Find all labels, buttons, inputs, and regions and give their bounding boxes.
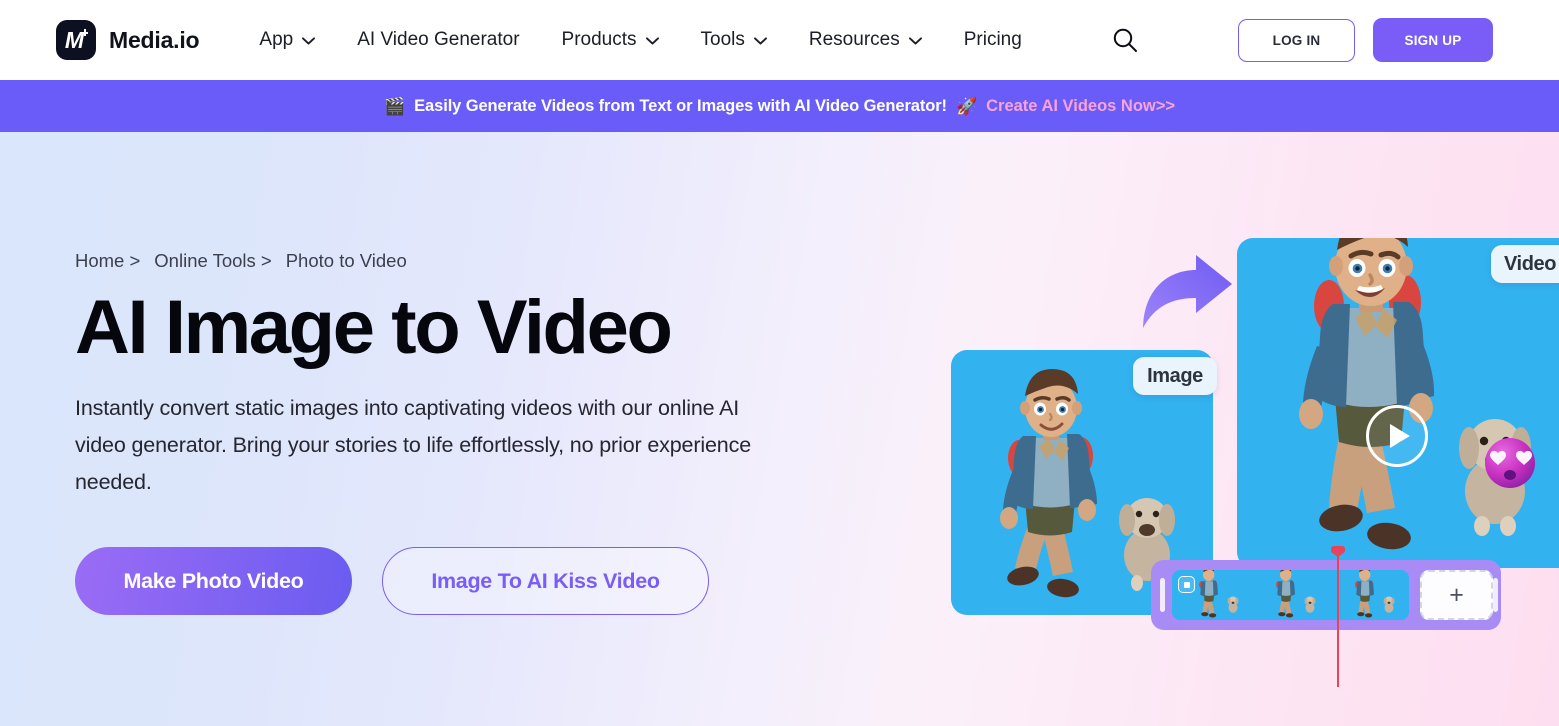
nav-item-tools[interactable]: Tools [701,29,767,51]
clapperboard-icon: 🎬 [383,96,406,116]
curved-arrow-right-icon [1139,252,1235,330]
breadcrumb: Home > Online Tools > Photo to Video [75,250,775,272]
make-photo-video-button[interactable]: Make Photo Video [75,547,352,616]
nav-label: Tools [700,29,745,50]
rocket-icon: 🚀 [955,96,978,116]
breadcrumb-item-photo-to-video: Photo to Video [285,250,407,271]
nav-item-resources[interactable]: Resources [809,29,922,51]
hero-illustration: Image Video + [839,132,1559,726]
cta-row: Make Photo Video Image To AI Kiss Video [75,547,775,616]
nav-label: Products [561,29,637,50]
promo-text: Easily Generate Videos from Text or Imag… [414,96,947,115]
image-to-ai-kiss-video-button[interactable]: Image To AI Kiss Video [382,547,709,616]
decorative-heart-ball-icon [1484,437,1536,489]
chevron-down-icon [645,37,659,45]
timeline-handle-left[interactable] [1160,578,1165,612]
breadcrumb-item-home[interactable]: Home > [75,250,140,272]
page-root: M Media.io App AI Video Generator Produc… [0,0,1559,726]
timeline-clips[interactable] [1172,570,1409,620]
signup-button[interactable]: SIGN UP [1373,18,1493,62]
nav-label: AI Video Generator [357,29,520,50]
nav-item-ai-video-generator[interactable]: AI Video Generator [357,29,519,51]
timeline-playhead[interactable] [1331,546,1345,687]
nav-item-products[interactable]: Products [562,29,659,51]
add-clip-button[interactable]: + [1420,570,1493,620]
nav-item-app[interactable]: App [259,29,316,51]
play-button-icon[interactable] [1366,405,1428,467]
chevron-down-icon [908,37,922,45]
result-video-card[interactable] [1237,238,1559,568]
nav-links: App AI Video Generator Products Tools Re… [259,23,1141,57]
promo-banner[interactable]: 🎬 Easily Generate Videos from Text or Im… [0,80,1559,132]
nav-label: App [259,29,294,50]
nav-item-pricing[interactable]: Pricing [964,29,1022,51]
timeline-handle-right[interactable] [1493,578,1498,612]
video-badge: Video [1491,245,1559,283]
logo-plus-mark [81,29,88,36]
nav-label: Resources [808,29,900,50]
timeline-frame[interactable] [1251,570,1330,620]
character-illustration-large [1299,238,1531,550]
chevron-down-icon [753,37,767,45]
top-navbar: M Media.io App AI Video Generator Produc… [0,0,1559,80]
breadcrumb-item-online-tools[interactable]: Online Tools > [154,250,271,272]
login-button[interactable]: LOG IN [1238,18,1355,62]
playhead-line [1337,555,1339,687]
chevron-down-icon [302,37,316,45]
page-title: AI Image to Video [75,285,673,370]
image-badge: Image [1133,357,1217,395]
play-triangle [1389,424,1410,448]
timeline-frame[interactable] [1172,570,1251,620]
nav-actions: LOG IN SIGN UP [1238,18,1493,62]
search-icon[interactable] [1108,23,1142,57]
brand-logo[interactable]: M Media.io [56,20,200,60]
hero-content: Home > Online Tools > Photo to Video AI … [75,250,775,616]
brand-name: Media.io [109,26,200,53]
hero-subtitle: Instantly convert static images into cap… [75,395,752,495]
clip-type-icon [1178,576,1195,593]
hero-section: Home > Online Tools > Photo to Video AI … [0,132,1559,726]
media-io-logo-icon: M [56,20,96,60]
video-timeline[interactable]: + [1151,560,1501,630]
nav-label: Pricing [963,29,1022,50]
create-ai-videos-link[interactable]: Create AI Videos Now>> [986,97,1175,116]
